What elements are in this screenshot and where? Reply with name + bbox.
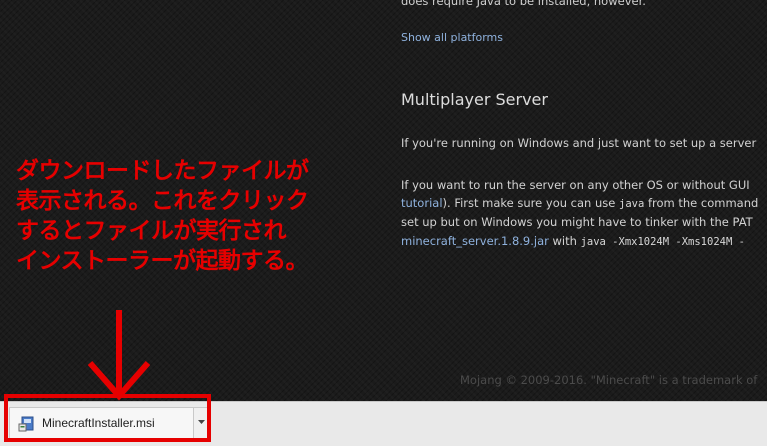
other-os-text: If you want to run the server on any oth… [401, 178, 750, 192]
java-check-text: tutorial). First make sure you can use j… [401, 196, 759, 210]
annotation-line: インストーラーが起動する。 [16, 248, 309, 274]
highlight-box [4, 394, 211, 442]
tutorial-link[interactable]: tutorial [401, 196, 443, 210]
annotation-line: ダウンロードしたファイルが [16, 158, 309, 184]
footer-text: Mojang © 2009-2016. "Minecraft" is a tra… [460, 373, 758, 387]
server-command-text: minecraft_server.1.8.9.jar with java -Xm… [401, 234, 745, 248]
section-title: Multiplayer Server [401, 90, 548, 109]
java-command: java -Xmx1024M -Xms1024M - [580, 236, 745, 248]
annotation-text: ダウンロードしたファイルが 表示される。これをクリック するとファイルが実行され… [16, 156, 376, 276]
path-text: set up but on Windows you might have to … [401, 215, 753, 229]
annotation-line: 表示される。これをクリック [16, 188, 309, 214]
platform-note: does require Java to be installed, howev… [401, 0, 646, 8]
show-all-platforms-link[interactable]: Show all platforms [401, 31, 503, 44]
server-jar-link[interactable]: minecraft_server.1.8.9.jar [401, 234, 549, 248]
windows-server-text: If you're running on Windows and just wa… [401, 136, 757, 150]
down-arrow-icon [87, 310, 151, 401]
annotation-line: するとファイルが実行され [16, 218, 287, 244]
java-code: java [619, 198, 645, 210]
